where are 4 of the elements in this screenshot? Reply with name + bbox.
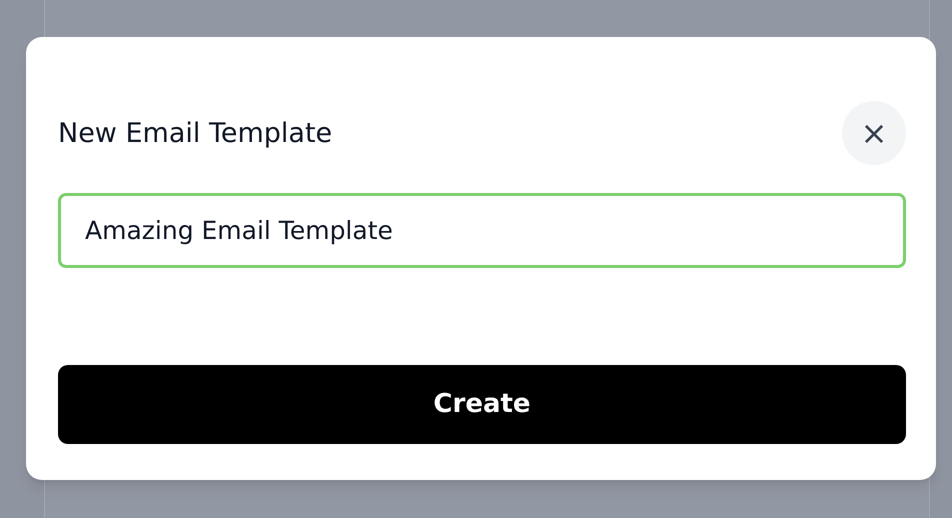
close-button[interactable]: × bbox=[842, 101, 906, 165]
dialog-title: New Email Template bbox=[58, 120, 332, 146]
template-name-field[interactable]: Amazing Email Template bbox=[58, 193, 906, 268]
create-button[interactable]: Create bbox=[58, 365, 906, 444]
